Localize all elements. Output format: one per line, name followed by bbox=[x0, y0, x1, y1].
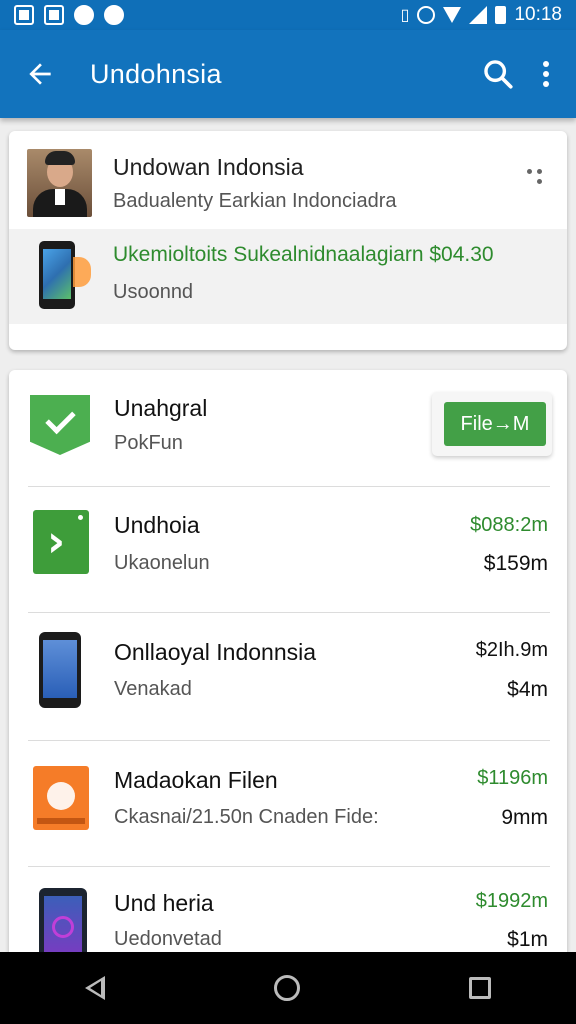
shield-check-icon bbox=[30, 395, 90, 455]
item-subtitle: Ckasnai/21.50n Cnaden Fide: bbox=[114, 806, 379, 828]
battery-icon bbox=[495, 6, 507, 24]
status-notifications bbox=[14, 5, 124, 25]
profile-card[interactable]: Undowan Indonsia Badualenty Earkian Indo… bbox=[9, 131, 567, 350]
wifi-icon bbox=[443, 7, 462, 23]
nav-home-button[interactable] bbox=[262, 963, 312, 1013]
item-title: Unahgral bbox=[114, 395, 208, 421]
phone-device-icon bbox=[31, 632, 81, 708]
location-icon bbox=[74, 5, 94, 25]
signal-icon bbox=[469, 6, 488, 24]
image-icon bbox=[14, 5, 34, 25]
promo-text: Ukemioltoits Sukealnidnaalagiarn $04.30 bbox=[113, 243, 494, 266]
arrow-back-icon bbox=[29, 63, 51, 85]
photo-icon bbox=[44, 5, 64, 25]
nav-back-icon bbox=[84, 976, 105, 1000]
vibrate-icon: ▯ bbox=[400, 7, 410, 24]
navigation-bar bbox=[0, 952, 576, 1024]
phone-promo-icon bbox=[39, 241, 75, 309]
search-button[interactable] bbox=[472, 48, 524, 100]
item-price-top: $1196m bbox=[477, 767, 548, 789]
promo-row[interactable]: Ukemioltoits Sukealnidnaalagiarn $04.30 … bbox=[9, 229, 567, 324]
item-subtitle: PokFun bbox=[114, 432, 183, 454]
item-title: Undhoia bbox=[114, 512, 200, 538]
nav-back-button[interactable] bbox=[73, 964, 117, 1012]
promo-subtitle: Usoonnd bbox=[113, 281, 194, 303]
item-price-top: $088:2m bbox=[470, 514, 548, 536]
more-options-button[interactable] bbox=[524, 48, 568, 100]
orange-file-icon bbox=[33, 766, 89, 830]
item-price-bottom: $1m bbox=[507, 928, 548, 951]
avatar bbox=[27, 149, 92, 217]
sync-icon bbox=[104, 5, 124, 25]
nav-recents-button[interactable] bbox=[457, 965, 503, 1011]
item-title: Onllaoyal Indonnsia bbox=[114, 639, 317, 665]
list-item[interactable]: Unahgral PokFun File→M bbox=[9, 370, 567, 496]
item-title: Madaokan Filen bbox=[114, 767, 278, 793]
alarm-icon bbox=[417, 6, 436, 24]
item-price-bottom: $159m bbox=[483, 552, 548, 575]
status-bar: ▯ 10:18 bbox=[0, 0, 576, 30]
more-vert-icon bbox=[543, 61, 549, 67]
item-price-top: $2Ih.9m bbox=[475, 639, 548, 661]
card-menu-button[interactable] bbox=[527, 165, 547, 189]
item-subtitle: Venakad bbox=[114, 678, 192, 700]
item-title: Und heria bbox=[114, 890, 214, 916]
status-system-icons: ▯ 10:18 bbox=[401, 4, 562, 26]
list-item[interactable]: Madaokan Filen Ckasnai/21.50n Cnaden Fid… bbox=[9, 740, 567, 866]
item-list: Unahgral PokFun File→M Undhoia Ukaonelun… bbox=[9, 370, 567, 970]
item-price-bottom: 9mm bbox=[501, 806, 548, 829]
profile-name: Undowan Indonsia bbox=[113, 154, 304, 180]
list-item[interactable]: Onllaoyal Indonnsia Venakad $2Ih.9m $4m bbox=[9, 612, 567, 738]
nav-home-icon bbox=[273, 975, 300, 1001]
badge-icon bbox=[73, 257, 91, 287]
app-bar: Undohnsia bbox=[0, 30, 576, 118]
file-button[interactable]: File→M bbox=[432, 392, 552, 456]
item-price-top: $1992m bbox=[475, 890, 548, 912]
list-item[interactable]: Undhoia Ukaonelun $088:2m $159m bbox=[9, 486, 567, 612]
status-time: 10:18 bbox=[514, 4, 562, 25]
back-button[interactable] bbox=[12, 46, 68, 102]
green-app-icon bbox=[33, 510, 89, 574]
item-price-bottom: $4m bbox=[507, 678, 548, 701]
file-button-label: File→M bbox=[444, 402, 546, 446]
item-subtitle: Uedonvetad bbox=[114, 928, 222, 950]
page-title: Undohnsia bbox=[90, 58, 222, 89]
nav-recents-icon bbox=[469, 977, 492, 999]
search-icon bbox=[484, 60, 513, 89]
profile-row[interactable]: Undowan Indonsia Badualenty Earkian Indo… bbox=[9, 131, 567, 229]
profile-subtitle: Badualenty Earkian Indonciadra bbox=[113, 190, 397, 212]
item-subtitle: Ukaonelun bbox=[114, 552, 210, 574]
